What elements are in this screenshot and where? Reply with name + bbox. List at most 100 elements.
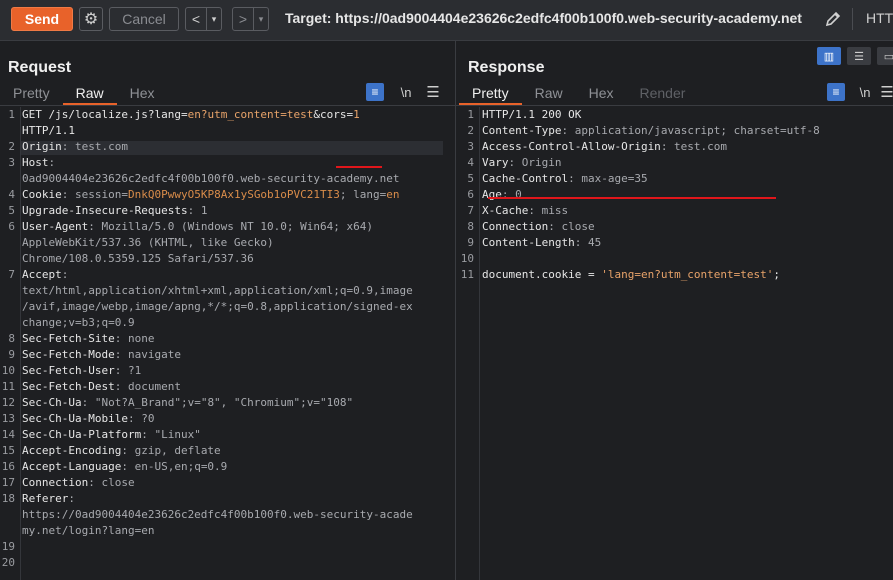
request-code-token: : document <box>114 380 181 393</box>
response-newline-button[interactable]: \n <box>855 83 875 101</box>
request-code-line: Upgrade-Insecure-Requests: 1 <box>22 204 207 217</box>
request-line-number: 1 <box>8 108 15 121</box>
request-code-line: Accept-Encoding: gzip, deflate <box>22 444 221 457</box>
annotation-underline-acao <box>488 197 776 199</box>
request-code-line: Sec-Fetch-User: ?1 <box>22 364 141 377</box>
request-code-token: : gzip, deflate <box>121 444 221 457</box>
response-code-token: Content-Type <box>482 124 562 137</box>
response-tab-underline <box>456 105 893 106</box>
response-editor[interactable]: 1 2 3 4 5 6 7 8 9 10 11 HTTP/1.1 200 OK Content-Type… <box>456 107 893 580</box>
request-code-token: : <box>68 492 75 505</box>
split-view-icon: ▥ <box>823 50 835 63</box>
request-tab-underline <box>0 105 455 106</box>
response-code-token: : max-age=35 <box>568 172 648 185</box>
request-newline-button[interactable]: \n <box>396 83 416 101</box>
request-code-line: Cookie: session=DnkQ0PwwyO5KP8Ax1ySGob1o… <box>22 188 400 201</box>
request-editor[interactable]: 1 2 3 4 5 6 7 8 9 10 11 12 13 14 15 16 17 18 19 20 GET /js/l… <box>0 107 455 580</box>
request-line-number: 14 <box>1 428 15 441</box>
response-code-token: : application/javascript; charset=utf-8 <box>561 124 820 137</box>
cancel-button[interactable]: Cancel <box>109 7 179 31</box>
request-code-token: Sec-Ch-Ua-Mobile <box>22 412 128 425</box>
send-button[interactable]: Send <box>11 7 73 31</box>
request-code-line: text/html,application/xhtml+xml,applicat… <box>22 284 413 297</box>
response-code-line: HTTP/1.1 200 OK <box>482 108 581 121</box>
back-button[interactable]: < <box>186 8 206 30</box>
request-menu-button[interactable]: ☰ <box>424 83 442 101</box>
gear-icon: ⚙ <box>83 11 99 28</box>
response-line-number: 4 <box>467 156 474 169</box>
request-code-token: User-Agent <box>22 220 89 233</box>
request-code-token: Chrome/108.0.5359.125 Safari/537.36 <box>22 252 254 265</box>
split-view-button[interactable]: ▥ <box>817 47 841 65</box>
response-code-token: document.cookie = <box>482 268 602 281</box>
request-code-token: Sec-Fetch-Mode <box>22 348 115 361</box>
request-code-token: : "Not?A_Brand";v="8", "Chromium";v="108… <box>81 396 354 409</box>
request-code-token: : en-US,en;q=0.9 <box>121 460 228 473</box>
request-line-number: 15 <box>1 444 15 457</box>
request-code-line: 0ad9004404e23626c2edfc4f00b100f0.web-sec… <box>22 172 400 185</box>
history-back-group: < ▾ <box>185 7 222 31</box>
request-pane: Request Pretty Raw Hex ≡ \n ☰ 1234567891… <box>0 41 455 580</box>
request-tab-raw[interactable]: Raw <box>62 83 117 105</box>
request-code-token: : navigate <box>114 348 181 361</box>
response-tab-pretty[interactable]: Pretty <box>459 83 522 105</box>
request-code-token: Origin <box>22 140 62 153</box>
request-code-token: en?utm_content=test <box>187 108 314 121</box>
response-code-line: Access-Control-Allow-Origin: test.com <box>482 140 727 153</box>
request-code-line: Accept: <box>22 268 68 281</box>
request-code-token: ; lang= <box>339 188 387 201</box>
response-code-token: ; <box>773 268 781 281</box>
request-code-token: : ?0 <box>127 412 155 425</box>
request-code-line: Referer: <box>22 492 75 505</box>
request-code-line: Connection: close <box>22 476 135 489</box>
request-tab-hex[interactable]: Hex <box>117 83 168 105</box>
response-code-token: Connection <box>482 220 549 233</box>
edit-target-button[interactable] <box>823 8 843 30</box>
forward-history-dropdown[interactable]: ▾ <box>253 8 268 30</box>
response-tab-hex[interactable]: Hex <box>576 83 627 105</box>
response-word-wrap-button[interactable]: ≡ <box>827 83 845 101</box>
annotation-underline-cors <box>336 166 382 168</box>
stacked-view-button[interactable]: ☰ <box>847 47 871 65</box>
response-pane: ▥ ☰ ▭ Response Pretty Raw Hex Render ≡ \… <box>456 41 893 580</box>
request-code-line: my.net/login?lang=en <box>22 524 154 537</box>
request-code-token: Sec-Fetch-Dest <box>22 380 115 393</box>
forward-button[interactable]: > <box>233 8 253 30</box>
request-code-token: : <box>61 268 69 281</box>
request-code-line: Sec-Fetch-Site: none <box>22 332 154 345</box>
request-code-token: my.net/login?lang=en <box>22 524 155 537</box>
response-tab-raw[interactable]: Raw <box>522 83 576 105</box>
response-code-token: : Origin <box>508 156 562 169</box>
response-code-token: Cache-Control <box>482 172 569 185</box>
single-view-icon: ▭ <box>883 50 893 63</box>
response-menu-button[interactable]: ☰ <box>881 83 893 101</box>
request-line-number: 6 <box>8 220 15 233</box>
response-tabs: Pretty Raw Hex Render <box>459 83 698 105</box>
back-history-dropdown[interactable]: ▾ <box>206 8 221 30</box>
settings-button[interactable]: ⚙ <box>79 7 103 31</box>
request-code-line: Chrome/108.0.5359.125 Safari/537.36 <box>22 252 254 265</box>
request-line-number: 3 <box>8 156 15 169</box>
response-code-token: Content-Length <box>482 236 575 249</box>
toolbar-separator <box>852 8 853 30</box>
request-word-wrap-button[interactable]: ≡ <box>366 83 384 101</box>
request-code-token: HTTP/1.1 <box>22 124 75 137</box>
request-tab-pretty[interactable]: Pretty <box>0 83 63 105</box>
single-view-button[interactable]: ▭ <box>877 47 893 65</box>
response-tab-render[interactable]: Render <box>627 83 699 105</box>
word-wrap-icon: ≡ <box>371 85 379 99</box>
request-code-token: : Mozilla/5.0 (Windows NT 10.0; Win64; x… <box>88 220 374 233</box>
request-code-token: Upgrade-Insecure-Requests <box>22 204 188 217</box>
request-line-number: 20 <box>1 556 15 569</box>
layout-toggle: ▥ ☰ ▭ <box>817 47 893 65</box>
request-code-line: User-Agent: Mozilla/5.0 (Windows NT 10.0… <box>22 220 373 233</box>
request-line-number: 17 <box>1 476 15 489</box>
response-line-number: 9 <box>467 236 474 249</box>
response-line-number: 5 <box>467 172 474 185</box>
request-title: Request <box>8 59 72 76</box>
request-code-line: GET /js/localize.js?lang=en?utm_content=… <box>22 108 360 121</box>
request-code-token: https://0ad9004404e23626c2edfc4f00b100f0… <box>22 508 413 521</box>
request-code-token: 1 <box>353 108 360 121</box>
request-code-line: Origin: test.com <box>22 140 128 153</box>
menu-icon: ☰ <box>426 84 440 101</box>
